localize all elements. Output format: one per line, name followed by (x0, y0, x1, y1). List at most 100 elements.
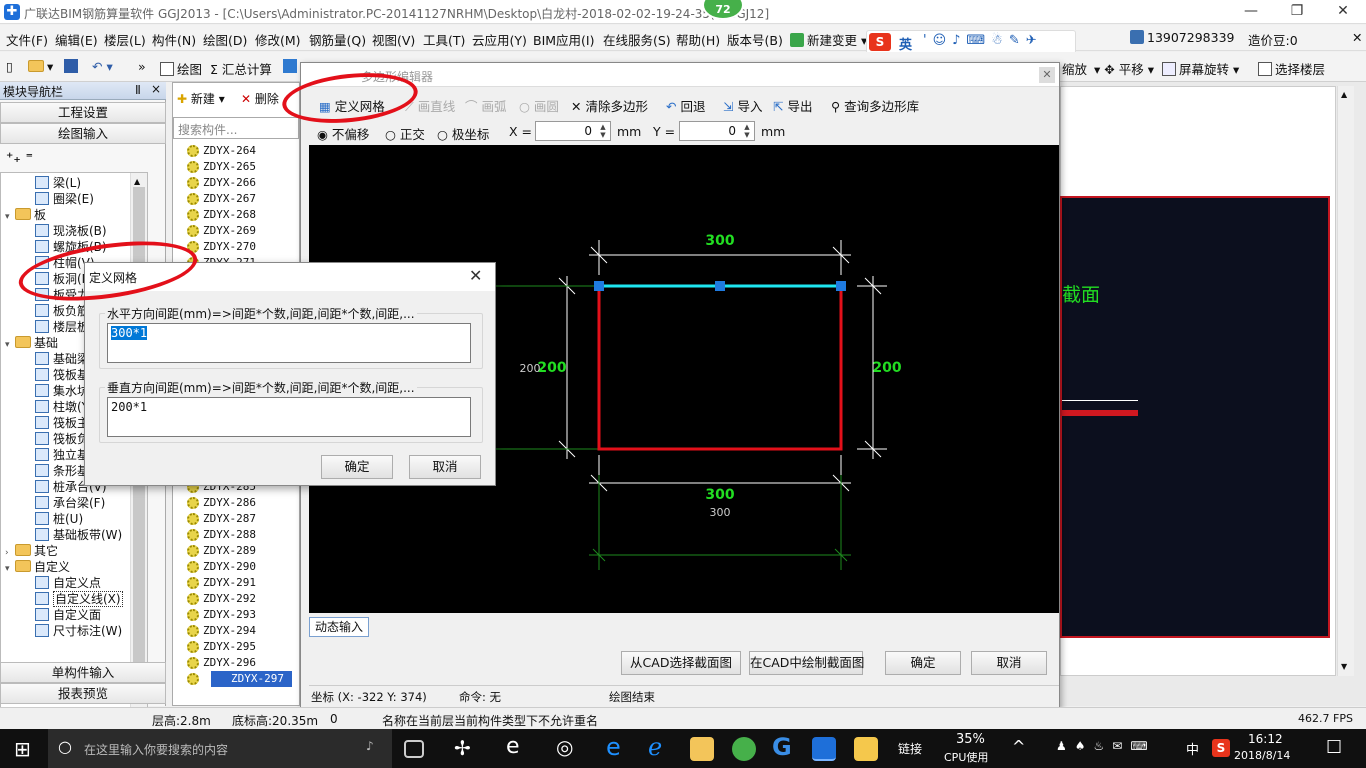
vertical-spacing-input[interactable]: 200*1 (107, 397, 471, 437)
notification-center-icon[interactable]: ☐ (1326, 737, 1342, 758)
menu-draw[interactable]: 绘图(D) (203, 30, 247, 49)
single-component-input-button[interactable]: 单构件输入 (0, 662, 166, 683)
taskbar-search-box[interactable]: ○ 在这里输入你要搜索的内容 ♪ (48, 729, 392, 768)
radio-ortho[interactable]: ○ 正交 (385, 124, 425, 143)
collapse-arrow-icon[interactable]: ▾ (5, 561, 15, 577)
menu-edit[interactable]: 编辑(E) (55, 30, 98, 49)
component-list-item[interactable]: ZDYX-270 (203, 239, 256, 255)
network-app-icon[interactable]: ◎ (556, 735, 573, 759)
tree-node[interactable]: 圈梁(E) (35, 191, 94, 207)
menubar-close-icon[interactable]: ✕ (1352, 30, 1362, 45)
y-offset-input[interactable]: 0 ▲ ▼ (679, 121, 755, 141)
menu-view[interactable]: 视图(V) (372, 30, 415, 49)
component-list-item[interactable]: ZDYX-286 (203, 495, 256, 511)
sogou-tray-icon[interactable]: S (1212, 739, 1230, 757)
collapse-arrow-icon[interactable]: ▾ (5, 209, 15, 225)
x-spinner[interactable]: ▲ ▼ (597, 123, 609, 139)
tree-node[interactable]: 梁(L) (35, 175, 81, 191)
export-button[interactable]: ⇱ 导出 (773, 96, 812, 115)
tray-icons[interactable]: ♟♠♨✉⌨ (1056, 739, 1156, 753)
pan-button[interactable]: ▾ ✥ 平移 ▾ (1094, 59, 1154, 78)
menu-component[interactable]: 构件(N) (152, 30, 196, 49)
ime-lang[interactable]: 英 (899, 34, 912, 53)
tree-node[interactable]: 自定义面 (35, 607, 101, 623)
define-grid-close-icon[interactable]: ✕ (469, 266, 482, 285)
component-list-item[interactable]: ZDYX-288 (203, 527, 256, 543)
clear-polygon-button[interactable]: ✕ 清除多边形 (571, 96, 648, 115)
open-folder-icon[interactable]: ▾ (28, 59, 53, 74)
select-from-cad-button[interactable]: 从CAD选择截面图 (621, 651, 741, 675)
ime-toolbar[interactable]: S 英 '☺♪⌨☃✎✈ (866, 30, 1076, 54)
user-account[interactable]: 13907298339 (1130, 30, 1234, 45)
rotate-button[interactable]: 屏幕旋转 ▾ (1162, 59, 1239, 78)
drawing-input-button[interactable]: 绘图输入 (0, 123, 166, 144)
component-list-item[interactable]: ZDYX-291 (203, 575, 256, 591)
menu-rebar[interactable]: 钢筋量(Q) (309, 30, 366, 49)
summary-calc-button[interactable]: Σ 汇总计算 (210, 59, 272, 78)
menu-bim[interactable]: BIM应用(I) (533, 30, 595, 49)
draw-in-cad-button[interactable]: 在CAD中绘制截面图 (749, 651, 864, 675)
tree-node[interactable]: 现浇板(B) (35, 223, 107, 239)
tray-chevron-icon[interactable]: ^ (1012, 737, 1025, 756)
menu-file[interactable]: 文件(F) (6, 30, 48, 49)
file-explorer-icon[interactable] (690, 737, 714, 761)
more-chevron-icon[interactable]: » (138, 59, 146, 74)
tree-node[interactable]: 桩(U) (35, 511, 83, 527)
horizontal-spacing-input[interactable]: 300*1 (107, 323, 471, 363)
nav-close-icon[interactable]: × (151, 82, 161, 96)
scroll-up-icon[interactable]: ▲ (134, 177, 140, 186)
component-list-item[interactable]: ZDYX-266 (203, 175, 256, 191)
delete-component-button[interactable]: ✕ 删除 (241, 90, 279, 107)
tree-node[interactable]: 自定义点 (35, 575, 101, 591)
component-list-item[interactable]: ZDYX-289 (203, 543, 256, 559)
y-spinner[interactable]: ▲ ▼ (741, 123, 753, 139)
menu-new-change[interactable]: 新建变更 ▾ (790, 30, 867, 49)
polygon-cancel-button[interactable]: 取消 (971, 651, 1047, 675)
component-list-item[interactable]: ZDYX-294 (203, 623, 256, 639)
fan-app-icon[interactable]: ✢ (454, 736, 471, 760)
notes-app-icon[interactable] (854, 737, 878, 761)
grid-ok-button[interactable]: 确定 (321, 455, 393, 479)
vertex-handle-right[interactable] (836, 281, 846, 291)
polygon-rectangle[interactable] (597, 284, 843, 451)
polygon-editor-close-icon[interactable]: ✕ (1039, 67, 1055, 83)
menu-help[interactable]: 帮助(H) (676, 30, 720, 49)
menu-online[interactable]: 在线服务(S) (603, 30, 671, 49)
windows-start-icon[interactable]: ⊞ (14, 737, 31, 761)
midpoint-handle[interactable] (715, 281, 725, 291)
dynamic-input-tab[interactable]: 动态输入 (309, 617, 369, 637)
microphone-icon[interactable]: ♪ (366, 739, 374, 753)
component-list-item[interactable]: ZDYX-268 (203, 207, 256, 223)
menu-version[interactable]: 版本号(B) (727, 30, 783, 49)
menu-floor[interactable]: 楼层(L) (104, 30, 146, 49)
component-list-item[interactable]: ZDYX-297 (211, 671, 292, 687)
minimize-button[interactable]: — (1228, 0, 1274, 24)
g-app-icon[interactable]: G (772, 733, 792, 761)
import-button[interactable]: ⇲ 导入 (723, 96, 762, 115)
component-list-item[interactable]: ZDYX-269 (203, 223, 256, 239)
component-list-item[interactable]: ZDYX-267 (203, 191, 256, 207)
component-list-item[interactable]: ZDYX-292 (203, 591, 256, 607)
clock-time[interactable]: 16:12 (1248, 732, 1283, 746)
save-icon[interactable] (64, 59, 81, 74)
component-list-item[interactable]: ZDYX-264 (203, 143, 256, 159)
ie-browser-icon[interactable]: e (506, 734, 520, 759)
menu-cloud[interactable]: 云应用(Y) (472, 30, 527, 49)
component-search-input[interactable]: 搜索构件... (173, 117, 299, 139)
menu-tools[interactable]: 工具(T) (423, 30, 465, 49)
report-preview-button[interactable]: 报表预览 (0, 683, 166, 704)
glodon-app-icon[interactable] (812, 737, 836, 761)
component-list-item[interactable]: ZDYX-287 (203, 511, 256, 527)
polygon-ok-button[interactable]: 确定 (885, 651, 961, 675)
task-view-icon[interactable] (404, 740, 424, 758)
draw-circle-button[interactable]: ○ 画圆 (519, 96, 559, 115)
component-list-item[interactable]: ZDYX-296 (203, 655, 256, 671)
component-list-item[interactable]: ZDYX-293 (203, 607, 256, 623)
ie-blue-icon[interactable]: ℯ (648, 733, 662, 761)
new-component-button[interactable]: ✚ 新建 ▾ (177, 90, 225, 107)
menu-modify[interactable]: 修改(M) (255, 30, 301, 49)
radio-polar[interactable]: ○ 极坐标 (437, 124, 489, 143)
component-list-item[interactable]: ZDYX-265 (203, 159, 256, 175)
draw-arc-button[interactable]: ⌒ 画弧 (465, 96, 507, 115)
zoom-button[interactable]: 缩放 (1062, 59, 1087, 78)
